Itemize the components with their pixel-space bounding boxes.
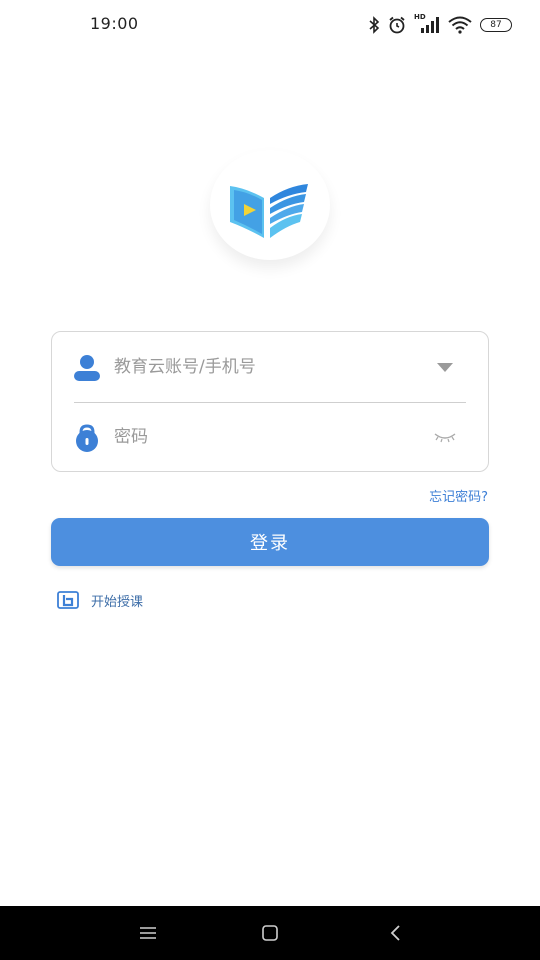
user-icon: [74, 355, 100, 381]
signal-icon: HD: [414, 13, 440, 34]
back-icon[interactable]: [385, 922, 409, 944]
eye-closed-icon[interactable]: [434, 431, 456, 443]
login-card: [51, 331, 489, 472]
book-play-logo-icon: [230, 184, 308, 238]
menu-icon[interactable]: [136, 922, 160, 944]
forgot-password-link[interactable]: 忘记密码?: [429, 486, 488, 505]
navigation-bar: [0, 906, 540, 960]
login-button[interactable]: 登录: [51, 518, 489, 566]
status-bar: 19:00 HD 87: [0, 0, 540, 52]
battery-icon: 87: [480, 18, 512, 32]
bluetooth-icon: [369, 16, 380, 34]
start-teaching-label: 开始授课: [91, 594, 144, 610]
start-teaching-link[interactable]: 开始授课: [57, 590, 143, 610]
triangle-down-icon[interactable]: [436, 360, 454, 374]
battery-level: 87: [490, 20, 502, 30]
account-input[interactable]: [114, 352, 414, 382]
teach-icon: [57, 591, 79, 609]
account-field: [52, 332, 488, 402]
password-field: [52, 402, 488, 472]
password-input[interactable]: [114, 422, 414, 452]
wifi-icon: [448, 16, 472, 34]
status-time: 19:00: [90, 14, 139, 33]
alarm-icon: [389, 16, 405, 34]
app-logo: [210, 150, 330, 260]
status-icons: HD 87: [368, 13, 512, 36]
lock-icon: [76, 424, 98, 452]
home-icon[interactable]: [258, 922, 282, 944]
